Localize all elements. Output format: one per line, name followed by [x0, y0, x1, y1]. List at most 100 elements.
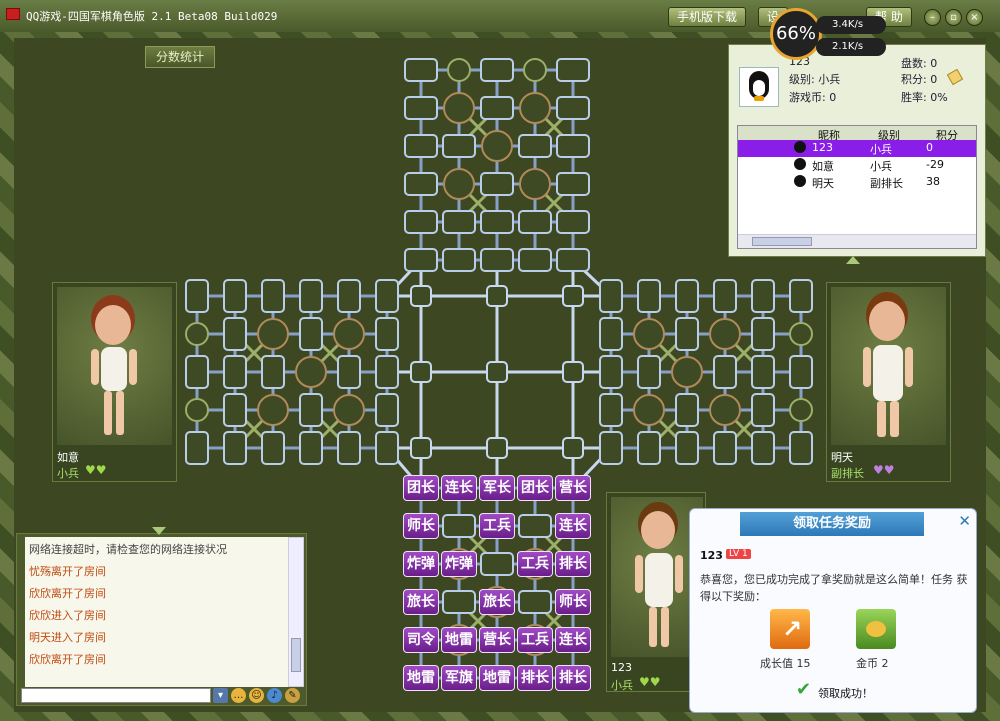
scroll-thumb[interactable]: [291, 638, 301, 672]
station-node: [518, 210, 552, 234]
station-node: [518, 514, 552, 538]
self-coins: 游戏币: 0: [789, 91, 837, 104]
station-node: [299, 279, 323, 313]
leg: [661, 607, 669, 647]
close-icon[interactable]: ✕: [958, 512, 971, 530]
table-row[interactable]: 如意 小兵 -29: [738, 157, 976, 174]
center-node: [486, 285, 508, 307]
chat-message: 明天进入了房间: [29, 631, 106, 644]
game-piece[interactable]: 工兵: [517, 551, 553, 577]
station-node: [789, 355, 813, 389]
right-player-card: 明天 副排长 ♥♥: [826, 282, 951, 482]
game-piece[interactable]: 师长: [555, 589, 591, 615]
left-player-avatar: [57, 287, 172, 445]
game-piece[interactable]: 团长: [403, 475, 439, 501]
collapse-arrow-icon[interactable]: [846, 256, 860, 264]
collapse-arrow-icon[interactable]: [152, 527, 166, 535]
chat-input[interactable]: [21, 688, 211, 703]
station-node: [556, 134, 590, 158]
eraser-icon[interactable]: [946, 68, 964, 86]
hair-icon: [641, 511, 675, 549]
speech-icon[interactable]: …: [231, 688, 246, 703]
game-piece[interactable]: 地雷: [403, 665, 439, 691]
chat-vertical-scrollbar[interactable]: [288, 537, 304, 687]
station-node: [713, 431, 737, 465]
station-node: [599, 279, 623, 313]
table-row[interactable]: 明天 副排长 38: [738, 174, 976, 191]
station-node: [675, 317, 699, 351]
hq-node: [185, 398, 209, 422]
game-piece[interactable]: 排长: [517, 665, 553, 691]
station-node: [480, 552, 514, 576]
station-node: [480, 210, 514, 234]
game-piece[interactable]: 炸弹: [403, 551, 439, 577]
camp-node: [671, 356, 703, 388]
chat-message: 欣欣进入了房间: [29, 609, 106, 622]
game-piece[interactable]: 地雷: [479, 665, 515, 691]
row-name: 明天: [812, 177, 834, 190]
game-piece[interactable]: 连长: [555, 627, 591, 653]
camp-node: [481, 130, 513, 162]
leg: [890, 401, 899, 437]
emoticon-icon[interactable]: ☺: [249, 688, 264, 703]
camp-node: [333, 318, 365, 350]
reward-user: 123: [700, 549, 723, 562]
arm: [129, 349, 137, 385]
game-piece[interactable]: 排长: [555, 551, 591, 577]
table-row[interactable]: 123 小兵 0: [738, 140, 976, 157]
left-player-card: 如意 小兵 ♥♥: [52, 282, 177, 482]
station-node: [599, 317, 623, 351]
penguin-icon: [794, 141, 806, 153]
heart-icon: ♥♥: [85, 463, 107, 477]
outfit: [645, 553, 673, 607]
scroll-thumb[interactable]: [752, 237, 812, 246]
station-node: [556, 96, 590, 120]
game-piece[interactable]: 军长: [479, 475, 515, 501]
ranking-table: 昵称 级别 积分 123 小兵 0 如意 小兵 -29 明天 副排长 38: [737, 125, 977, 249]
ranking-horizontal-scrollbar[interactable]: [738, 234, 976, 248]
game-piece[interactable]: 团长: [517, 475, 553, 501]
coin-icon: [856, 609, 896, 649]
right-player-avatar: [831, 287, 946, 445]
right-player-name: 明天: [831, 451, 853, 464]
chat-message: 欣欣离开了房间: [29, 653, 106, 666]
station-node: [223, 317, 247, 351]
game-piece[interactable]: 排长: [555, 665, 591, 691]
arm: [863, 347, 871, 387]
game-piece[interactable]: 旅长: [479, 589, 515, 615]
game-piece[interactable]: 工兵: [479, 513, 515, 539]
game-piece[interactable]: 地雷: [441, 627, 477, 653]
game-piece[interactable]: 炸弹: [441, 551, 477, 577]
camp-node: [519, 168, 551, 200]
game-piece[interactable]: 旅长: [403, 589, 439, 615]
game-piece[interactable]: 工兵: [517, 627, 553, 653]
level-badge: LV 1: [726, 549, 751, 559]
row-rank: 副排长: [870, 177, 903, 190]
row-name: 123: [812, 141, 833, 154]
game-piece[interactable]: 连长: [441, 475, 477, 501]
station-node: [599, 393, 623, 427]
station-node: [599, 355, 623, 389]
game-piece[interactable]: 营长: [479, 627, 515, 653]
center-node: [486, 361, 508, 383]
row-score: 0: [926, 141, 933, 154]
row-rank: 小兵: [870, 143, 892, 156]
game-piece[interactable]: 连长: [555, 513, 591, 539]
station-node: [480, 96, 514, 120]
dropdown-icon[interactable]: ▾: [213, 688, 228, 703]
game-piece[interactable]: 营长: [555, 475, 591, 501]
game-piece[interactable]: 军旗: [441, 665, 477, 691]
penguin-icon: [794, 158, 806, 170]
coin-label: 金币 2: [856, 657, 889, 670]
tool-icon[interactable]: ✎: [285, 688, 300, 703]
station-node: [223, 355, 247, 389]
volume-icon[interactable]: ♪: [267, 688, 282, 703]
station-node: [404, 96, 438, 120]
station-node: [299, 431, 323, 465]
station-node: [404, 172, 438, 196]
reward-success: 领取成功！: [818, 687, 873, 700]
station-node: [404, 58, 438, 82]
game-piece[interactable]: 司令: [403, 627, 439, 653]
game-piece[interactable]: 师长: [403, 513, 439, 539]
left-player-name: 如意: [57, 451, 79, 464]
